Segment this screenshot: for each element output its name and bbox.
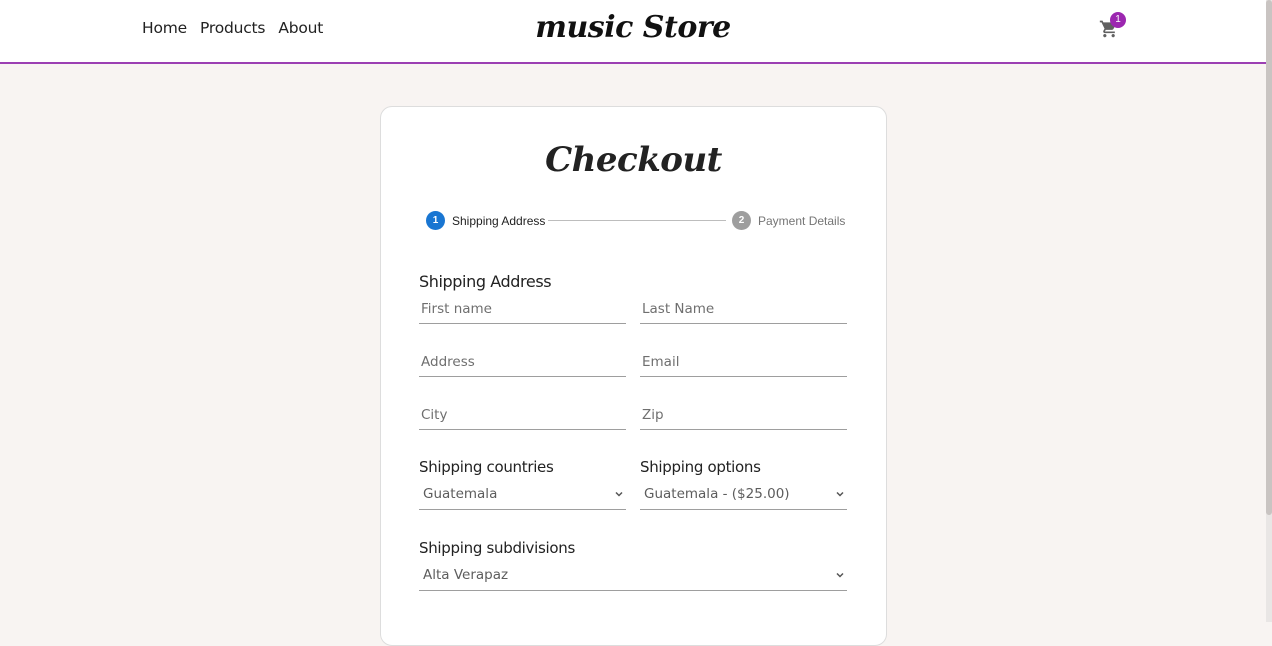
shipping-subdivisions-label: Shipping subdivisions	[419, 539, 575, 557]
scrollbar-thumb[interactable]	[1266, 0, 1272, 515]
step-label: Shipping Address	[452, 213, 546, 228]
city-input[interactable]	[419, 407, 626, 423]
cart-count-badge: 1	[1110, 12, 1126, 28]
site-logo[interactable]: music Store	[0, 10, 1266, 45]
last-name-input[interactable]	[640, 301, 847, 317]
chevron-down-icon	[836, 572, 844, 578]
shipping-countries-select[interactable]: Guatemala	[419, 482, 626, 510]
city-field	[419, 406, 626, 430]
select-value: Guatemala	[423, 486, 498, 502]
address-input[interactable]	[419, 354, 626, 370]
email-input[interactable]	[640, 354, 847, 370]
checkout-card: Checkout 1 Shipping Address 2 Payment De…	[380, 106, 887, 646]
select-value: Alta Verapaz	[423, 567, 509, 583]
first-name-field	[419, 300, 626, 324]
last-name-field	[640, 300, 847, 324]
chevron-down-icon	[615, 491, 623, 497]
first-name-input[interactable]	[419, 301, 626, 317]
shipping-subdivisions-select[interactable]: Alta Verapaz	[419, 563, 847, 591]
page-scrollbar[interactable]	[1266, 0, 1272, 622]
stepper-connector	[548, 220, 726, 221]
stepper-step-shipping: 1 Shipping Address	[426, 211, 545, 230]
step-number-badge: 2	[732, 211, 751, 230]
select-value: Guatemala - ($25.00)	[644, 486, 790, 502]
shipping-countries-label: Shipping countries	[419, 458, 554, 476]
shipping-options-select[interactable]: Guatemala - ($25.00)	[640, 482, 847, 510]
email-field	[640, 353, 847, 377]
shipping-options-label: Shipping options	[640, 458, 761, 476]
stepper-step-payment: 2 Payment Details	[732, 211, 845, 230]
zip-input[interactable]	[640, 407, 847, 423]
top-header: Home Products About music Store 1	[0, 0, 1266, 64]
step-number-badge: 1	[426, 211, 445, 230]
address-field	[419, 353, 626, 377]
checkout-title: Checkout	[545, 140, 722, 180]
zip-field	[640, 406, 847, 430]
chevron-down-icon	[836, 491, 844, 497]
section-title: Shipping Address	[419, 272, 552, 291]
step-label: Payment Details	[758, 213, 846, 228]
